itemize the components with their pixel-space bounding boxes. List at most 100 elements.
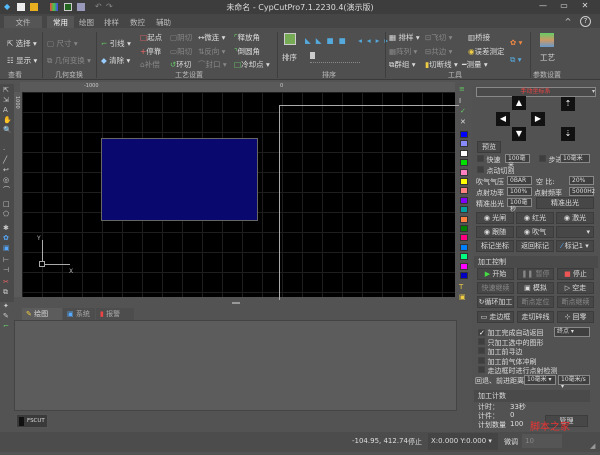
compass-icon[interactable]: ✦ (3, 302, 11, 310)
layer-color-swatch[interactable] (460, 159, 468, 167)
polyline-icon[interactable]: ↩ (3, 166, 11, 174)
common-edge-button[interactable]: ⊟共边 ▾ (425, 46, 452, 57)
line-icon[interactable]: ╱ (3, 156, 11, 164)
text-tool-icon[interactable]: A (3, 106, 11, 114)
collapse-ribbon-icon[interactable]: ^ (563, 17, 573, 27)
arc-icon[interactable]: ⌒ (3, 186, 11, 194)
position-select[interactable]: X:0.000 Y:0.000 ▾ (428, 433, 498, 450)
tab-draw[interactable]: 绘图 (73, 16, 100, 28)
gas-select[interactable]: ▾ (556, 226, 594, 238)
coordinate-system-select[interactable]: 手动坐标系 ▾ (476, 87, 596, 97)
tab-file[interactable]: 文件 (4, 16, 42, 28)
option-checkbox[interactable]: 加工前气体冲刷 (478, 356, 537, 367)
layer-color-swatch[interactable] (460, 196, 468, 204)
measure-line-icon[interactable]: ⊢ (3, 256, 11, 264)
fast-speed-select[interactable]: 100毫米 (505, 154, 530, 169)
color-tool-icon[interactable]: ✿ ▾ (510, 38, 522, 47)
jog-right-button[interactable]: ▶ (531, 112, 545, 126)
image-layer-icon[interactable]: ▣ (459, 293, 466, 301)
group-button[interactable]: ⧉群组 ▾ (389, 59, 416, 70)
star-icon[interactable]: ✱ (3, 224, 11, 232)
jog-down-button[interactable]: ▼ (512, 127, 526, 141)
shot-freq-select[interactable]: 5000Hz (569, 187, 595, 196)
precise-duration-select[interactable]: 100毫秒 (507, 198, 532, 213)
ring-cut-button[interactable]: ↺环切 (170, 59, 191, 70)
round-corner-button[interactable]: ⌝倒圆角 (234, 46, 260, 57)
splitter-handle[interactable] (232, 302, 240, 304)
point-icon[interactable]: · (3, 146, 11, 154)
layer-color-swatch[interactable] (460, 262, 468, 270)
release-corner-button[interactable]: ⌜释放角 (234, 32, 260, 43)
laser-button[interactable]: ◉ 激光 (556, 212, 594, 224)
preview-button[interactable]: 预览 (477, 141, 501, 153)
array-button[interactable]: ▦阵列 ▾ (389, 46, 417, 57)
tab-assist[interactable]: 辅助 (150, 16, 177, 28)
step-checkbox[interactable]: 步进 (539, 155, 563, 165)
pan-icon[interactable]: ✋ (3, 116, 12, 124)
mark1-select[interactable]: ⁄ 标记1 ▾ (556, 240, 594, 252)
stop-button[interactable]: ■ 停止 (557, 268, 594, 280)
tab-alarm[interactable]: ▮ 报警 (96, 308, 134, 320)
sort-button[interactable]: 排序 (282, 52, 297, 63)
jog-up-button[interactable]: ▲ (512, 96, 526, 110)
forward-distance-select[interactable]: 10毫米/s ▾ (558, 375, 590, 390)
layer-color-swatch[interactable] (460, 225, 468, 232)
minimize-button[interactable]: — (534, 1, 552, 12)
circle-icon[interactable]: ◎ (3, 176, 11, 184)
tab-system[interactable]: ▣ 系统 (63, 308, 95, 320)
tab-nest[interactable]: 排样 (98, 16, 125, 28)
shot-power-select[interactable]: 100% (507, 187, 532, 196)
layer-color-swatch[interactable] (460, 140, 468, 148)
corner-icon[interactable]: ⌐ (3, 322, 11, 330)
mark-coord-button[interactable]: 标记坐标 (476, 240, 514, 252)
step-distance-select[interactable]: 10毫米 (560, 154, 590, 163)
inner-cut-button[interactable]: ▢阴切 (170, 32, 192, 43)
precise-emit-button[interactable]: 精准出光 (536, 197, 594, 209)
rectangle-icon[interactable]: □ (3, 200, 11, 208)
sort-slider[interactable] (310, 52, 315, 59)
breakpoint-continue-button[interactable]: 断点继续 (557, 296, 594, 308)
frame-cut-button[interactable]: 走切碎线 (517, 311, 554, 323)
fine-tune-input[interactable]: 10 (522, 434, 562, 448)
rectangle-shape[interactable] (101, 138, 258, 221)
loop-process-button[interactable]: ↻循环加工 (477, 296, 514, 308)
display-button[interactable]: ☷ 显示 ▾ (7, 55, 37, 66)
layer-color-swatch[interactable] (460, 187, 468, 195)
shutter-button[interactable]: ◉ 光闸 (476, 212, 514, 224)
help-icon[interactable]: ? (580, 16, 591, 27)
layer-color-swatch[interactable] (460, 149, 468, 157)
transform-button[interactable]: ⧉ 几何变换 ▾ (47, 55, 91, 66)
sort-direction-icons[interactable]: ◣◣■■ ◂◂▸▸ (305, 36, 393, 45)
duty-select[interactable]: 20% (569, 176, 594, 185)
node-edit-icon[interactable]: ⇲ (3, 96, 11, 104)
back-distance-select[interactable]: 10毫米 ▾ (524, 375, 556, 385)
magic-wand-icon[interactable]: ✎ (3, 312, 11, 320)
dimension-icon[interactable]: ⊣ (3, 266, 11, 274)
select-tool-icon[interactable]: ⇱ (3, 86, 11, 94)
red-light-button[interactable]: ◉ 红光 (516, 212, 554, 224)
micro-joint-button[interactable]: ↔微连 ▾ (198, 32, 225, 43)
tab-common[interactable]: 常用 (47, 16, 74, 28)
return-mark-button[interactable]: 返回标记 (516, 240, 554, 252)
z-down-button[interactable]: ⇣ (561, 127, 575, 141)
fast-checkbox[interactable]: 快速 (477, 155, 501, 165)
select-button[interactable]: ⇱ 选择 ▾ (7, 38, 37, 49)
compensation-button[interactable]: ⌂补偿 (140, 59, 160, 70)
break-icon[interactable]: ✂ (3, 278, 11, 286)
z-up-button[interactable]: ⇡ (561, 97, 575, 111)
simulate-button[interactable]: ▣ 模拟 (517, 282, 554, 294)
jog-cut-checkbox[interactable]: 点动切割 (477, 166, 515, 176)
close-icon[interactable]: ✕ (460, 118, 466, 126)
follow-button[interactable]: ◉ 跟随 (476, 226, 514, 238)
layer-color-swatch[interactable] (460, 178, 468, 185)
layer-color-swatch[interactable] (460, 243, 468, 251)
maximize-button[interactable]: ▭ (555, 1, 573, 12)
error-measure-button[interactable]: ◉误差测定 (468, 46, 505, 57)
layer-color-swatch[interactable] (460, 168, 468, 176)
reverse-button[interactable]: ⇅反向 ▾ (198, 46, 225, 57)
breakpoint-locate-button[interactable]: 断点定位 (517, 296, 554, 308)
outer-cut-button[interactable]: ▭阳切 (170, 46, 192, 57)
zoom-icon[interactable]: 🔍 (3, 126, 12, 134)
image-icon[interactable]: ▣ (3, 244, 11, 252)
size-button[interactable]: ▢ 尺寸 ▾ (47, 38, 78, 49)
